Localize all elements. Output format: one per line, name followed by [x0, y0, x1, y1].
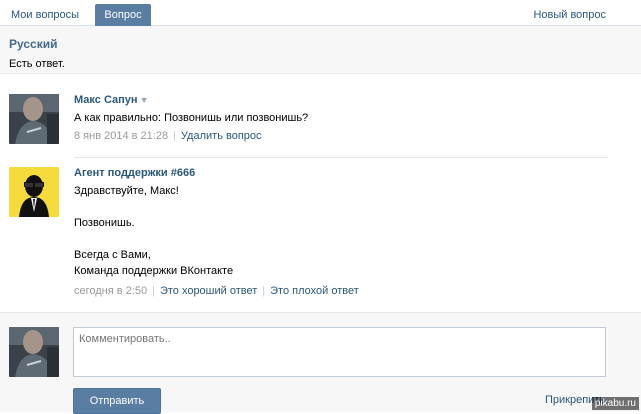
- author-dropdown-icon[interactable]: ▼: [140, 95, 149, 105]
- topic-header: Русский Есть ответ.: [0, 26, 641, 74]
- tab-my-questions[interactable]: Мои вопросы: [2, 4, 88, 26]
- send-button[interactable]: Отправить: [73, 388, 161, 414]
- bad-answer-link[interactable]: Это плохой ответ: [270, 285, 359, 297]
- support-agent-icon[interactable]: [9, 167, 59, 217]
- user-photo-icon[interactable]: [9, 94, 59, 144]
- good-answer-link[interactable]: Это хороший ответ: [160, 285, 257, 297]
- answer-author-link[interactable]: Агент поддержки #666: [74, 167, 195, 179]
- topic-title: Русский: [9, 37, 58, 51]
- answer-date: сегодня в 2:50: [74, 285, 148, 297]
- question-date: 8 янв 2014 в 21:28: [74, 130, 169, 142]
- answer-line: Всегда с Вами,: [74, 249, 151, 261]
- comment-input[interactable]: [73, 327, 606, 377]
- answer-line: Здравствуйте, Макс!: [74, 185, 179, 197]
- watermark: pikabu.ru: [591, 397, 639, 410]
- tab-question[interactable]: Вопрос: [95, 4, 151, 26]
- new-question-link[interactable]: Новый вопрос: [524, 4, 615, 26]
- user-photo-icon[interactable]: [9, 327, 59, 377]
- comment-form: Отправить Прикрепить: [0, 312, 641, 414]
- question-post: Макс Сапун ▼ А как правильно: Позвонишь и…: [9, 94, 609, 150]
- question-author-link[interactable]: Макс Сапун: [74, 94, 138, 106]
- delete-question-link[interactable]: Удалить вопрос: [181, 130, 262, 142]
- tab-bar: Мои вопросы Вопрос Новый вопрос: [0, 0, 641, 26]
- answer-line: [74, 231, 609, 247]
- answer-post: Агент поддержки #666 Здравствуйте, Макс!…: [9, 167, 609, 307]
- answer-line: Позвонишь.: [74, 217, 135, 229]
- answer-line: Команда поддержки ВКонтакте: [74, 265, 234, 277]
- question-text: А как правильно: Позвонишь или позвонишь…: [74, 112, 309, 124]
- answer-text: Здравствуйте, Макс! Позвонишь. Всегда с …: [74, 183, 609, 279]
- post-divider: [74, 157, 608, 158]
- topic-status: Есть ответ.: [9, 58, 65, 70]
- answer-line: [74, 199, 609, 215]
